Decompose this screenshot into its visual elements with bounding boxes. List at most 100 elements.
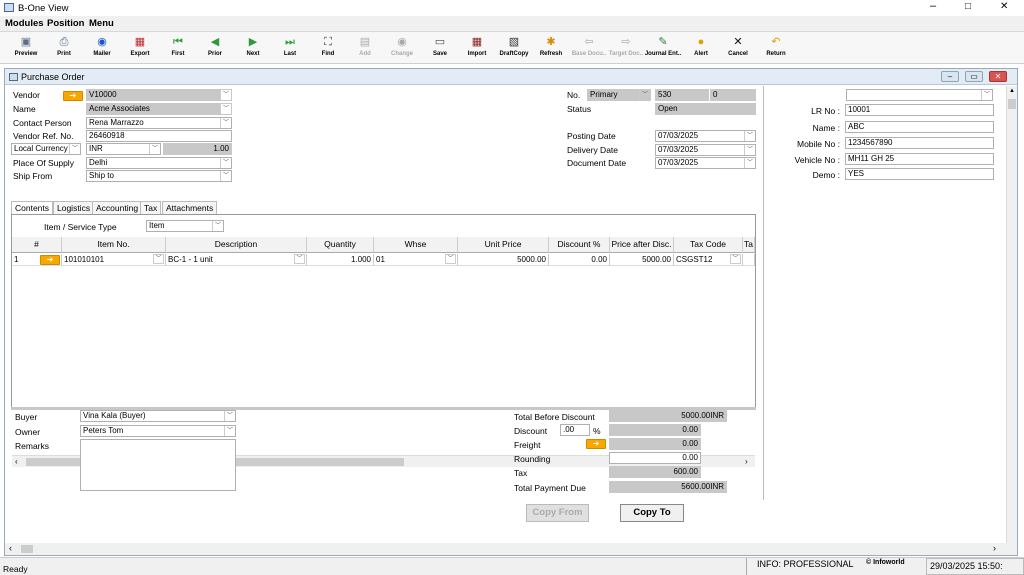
grid-cell[interactable] (743, 254, 755, 266)
item-type-select[interactable]: Item ﹀ (146, 220, 224, 232)
vehicle-field[interactable]: MH11 GH 25 (845, 153, 994, 165)
owner-field[interactable]: Peters Tom ﹀ (80, 425, 236, 437)
copy-to-button[interactable]: Copy To (620, 504, 684, 522)
toolbar-find-button[interactable]: ⛶ Find (309, 35, 347, 63)
copy-from-button[interactable]: Copy From (526, 504, 589, 522)
menu-modules[interactable]: Modules (5, 18, 44, 29)
minimize-button[interactable]: – (930, 0, 936, 12)
tab-logistics[interactable]: Logistics (53, 201, 95, 214)
scroll-left-icon[interactable]: ‹ (15, 457, 18, 466)
grid-col-header[interactable]: Ta (743, 237, 755, 253)
side-panel-scrollbar[interactable]: ▲ (1006, 86, 1017, 543)
toolbar-last-button[interactable]: ⏭ Last (271, 35, 309, 63)
vendor-ref-field[interactable]: 26460918 (86, 130, 232, 142)
discount-percent-field[interactable]: .00 (560, 424, 590, 436)
contact-field[interactable]: Rena Marrazzo ﹀ (86, 117, 232, 129)
delivery-date-value: 07/03/2025 (658, 145, 699, 154)
toolbar-refresh-button[interactable]: ✱ Refresh (532, 35, 570, 63)
toolbar-cancel-button[interactable]: ✕ Cancel (719, 35, 757, 63)
series-select[interactable]: Primary ﹀ (587, 89, 651, 101)
toolbar-mail-button[interactable]: ◉ Mailer (83, 35, 121, 63)
grid-cell[interactable]: 101010101 ﹀ (62, 254, 166, 266)
currency-type-select[interactable]: Local Currency ﹀ (11, 143, 81, 155)
grid-cell[interactable]: 1.000 (307, 254, 374, 266)
toolbar-save-button[interactable]: ▭ Save (421, 35, 459, 63)
close-button[interactable]: ✕ (1000, 1, 1008, 12)
remarks-textarea[interactable] (80, 439, 236, 491)
chevron-down-icon[interactable]: ﹀ (294, 254, 305, 264)
toolbar-alert-button[interactable]: ● Alert (682, 35, 720, 63)
scroll-thumb[interactable] (21, 545, 33, 553)
scroll-up-icon[interactable]: ▲ (1009, 88, 1015, 94)
vendor-link-arrow-icon[interactable]: ➔ (63, 91, 83, 101)
toolbar-add-button[interactable]: ▤ Add (346, 35, 384, 63)
freight-link-arrow-icon[interactable]: ➔ (586, 439, 606, 449)
toolbar-next-button[interactable]: ▶ Next (234, 35, 272, 63)
grid-cell[interactable]: 01 ﹀ (374, 254, 458, 266)
scroll-right-icon[interactable]: › (993, 543, 996, 553)
posting-date-field[interactable]: 07/03/2025 ﹀ (655, 130, 756, 142)
buyer-field[interactable]: Vina Kala (Buyer) ﹀ (80, 410, 236, 422)
doc-restore-button[interactable]: ▭ (965, 71, 983, 82)
grid-col-header[interactable]: Price after Disc. (610, 237, 674, 253)
menu-position[interactable]: Position (47, 18, 84, 29)
tab-tax[interactable]: Tax (140, 201, 162, 214)
toolbar-draftcopy-button[interactable]: ▧ DraftCopy (495, 35, 533, 63)
toolbar-preview-button[interactable]: ▣ Preview (7, 35, 45, 63)
chevron-down-icon[interactable]: ﹀ (445, 254, 456, 264)
grid-col-header[interactable]: # (12, 237, 62, 253)
name-field[interactable]: Acme Associates ﹀ (86, 103, 232, 115)
rounding-field[interactable]: 0.00 (609, 452, 701, 464)
currency-field[interactable]: INR ﹀ (86, 143, 161, 155)
supply-field[interactable]: Delhi ﹀ (86, 157, 232, 169)
chevron-down-icon[interactable]: ﹀ (153, 254, 164, 264)
tab-attachments[interactable]: Attachments (162, 201, 218, 214)
doc-close-button[interactable]: ✕ (989, 71, 1007, 82)
document-horizontal-scrollbar[interactable]: ‹ › (5, 543, 1017, 555)
demo-field[interactable]: YES (845, 168, 994, 180)
grid-cell[interactable]: 5000.00 (458, 254, 549, 266)
toolbar-base-doc-button[interactable]: ⇦ Base Docu.. (570, 35, 608, 63)
udf-name-field[interactable]: ABC (845, 121, 994, 133)
tab-accounting[interactable]: Accounting (92, 201, 143, 214)
shipfrom-field[interactable]: Ship to ﹀ (86, 170, 232, 182)
udf-select[interactable]: ﹀ (846, 89, 993, 101)
mobile-field[interactable]: 1234567890 (845, 137, 994, 149)
scroll-left-icon[interactable]: ‹ (9, 543, 12, 553)
grid-col-header[interactable]: Whse (374, 237, 458, 253)
toolbar-print-button[interactable]: ⎙ Print (45, 35, 83, 63)
scroll-right-icon[interactable]: › (745, 457, 748, 466)
grid-cell[interactable]: CSGST12 ﹀ (674, 254, 743, 266)
grid-col-header[interactable]: Quantity (307, 237, 374, 253)
grid-cell[interactable]: 5000.00 (610, 254, 674, 266)
toolbar-import-button[interactable]: ▦ Import (458, 35, 496, 63)
status-label: Status (567, 104, 592, 114)
grid-col-header[interactable]: Discount % (549, 237, 610, 253)
grid-cell[interactable]: 0.00 (549, 254, 610, 266)
chevron-down-icon[interactable]: ﹀ (730, 254, 741, 264)
chevron-down-icon: ﹀ (220, 171, 231, 181)
grid-col-header[interactable]: Tax Code (674, 237, 743, 253)
doc-minimize-button[interactable]: – (941, 71, 959, 82)
document-date-field[interactable]: 07/03/2025 ﹀ (655, 157, 756, 169)
row-link-arrow-icon[interactable]: ➔ (40, 255, 60, 265)
tab-contents[interactable]: Contents (11, 201, 54, 214)
toolbar-target-doc-button[interactable]: ⇨ Target Doc.. (607, 35, 645, 63)
grid-col-header[interactable]: Item No. (62, 237, 166, 253)
grid-col-header[interactable]: Unit Price (458, 237, 549, 253)
grid-col-header[interactable]: Description (166, 237, 307, 253)
toolbar-return-button[interactable]: ↶ Return (757, 35, 795, 63)
lr-field[interactable]: 10001 (845, 104, 994, 116)
maximize-button[interactable]: □ (965, 1, 971, 12)
menu-menu[interactable]: Menu (89, 18, 114, 29)
toolbar-change-button[interactable]: ◉ Change (383, 35, 421, 63)
vendor-field[interactable]: V10000 ﹀ (86, 89, 232, 101)
toolbar-export-button[interactable]: ▦ Export (121, 35, 159, 63)
toolbar-label: Last (283, 51, 297, 57)
toolbar-prior-button[interactable]: ◀ Prior (196, 35, 234, 63)
toolbar-journal-button[interactable]: ✎ Journal Ent.. (644, 35, 682, 63)
scroll-thumb[interactable] (1008, 99, 1016, 109)
delivery-date-field[interactable]: 07/03/2025 ﹀ (655, 144, 756, 156)
toolbar-first-button[interactable]: ⏮ First (159, 35, 197, 63)
grid-cell[interactable]: BC-1 - 1 unit ﹀ (166, 254, 307, 266)
